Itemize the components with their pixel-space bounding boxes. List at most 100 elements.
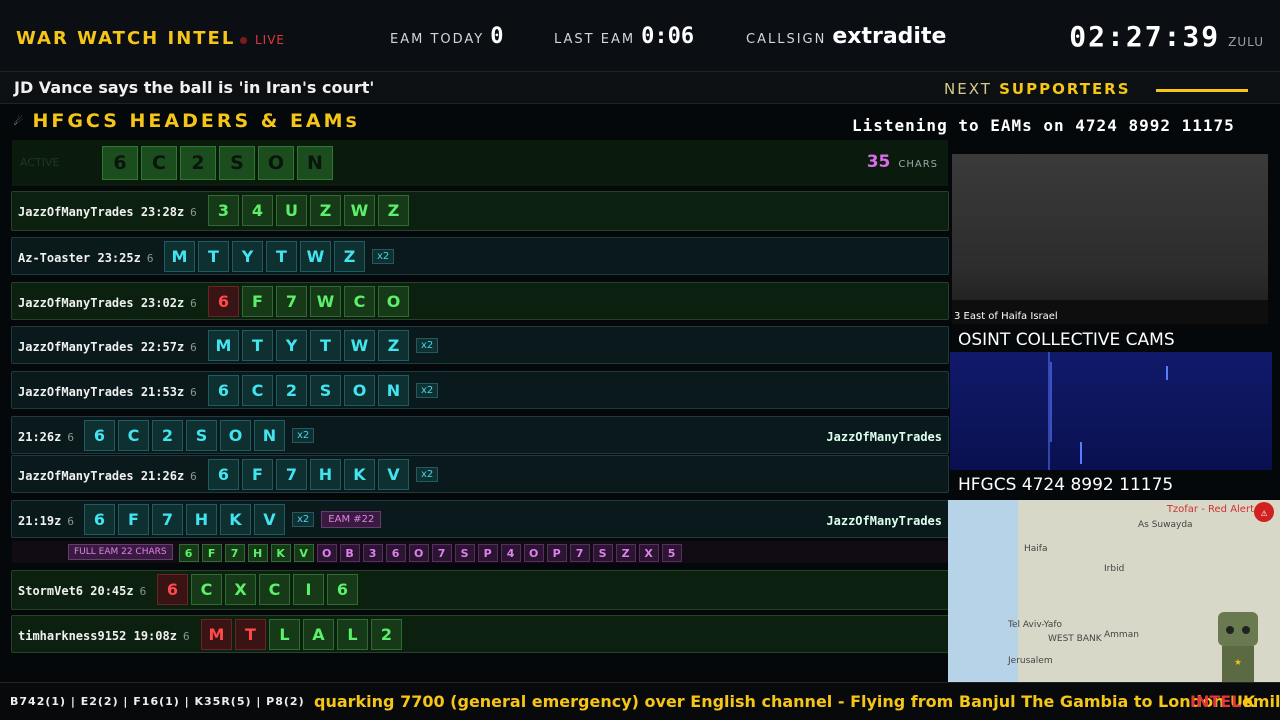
eam-char: F: [242, 286, 273, 317]
full-eam-char: F: [201, 544, 222, 563]
repeat-badge: x2: [292, 512, 315, 527]
map-place: Tel Aviv-Yafo: [1008, 620, 1063, 630]
robot-eye: [1242, 626, 1250, 634]
map-place: WEST BANK: [1048, 634, 1102, 644]
header-length: 6: [67, 431, 74, 444]
eam-char: M: [164, 241, 195, 272]
eam-char: L: [269, 619, 300, 650]
eam-chars: 6 F 7 H K Vx2: [208, 459, 439, 490]
eam-char: V: [254, 504, 285, 535]
active-chars: 6C2SON: [102, 146, 333, 180]
eam-char: H: [310, 459, 341, 490]
eam-char: O: [220, 420, 251, 451]
callsign-value: extradite: [832, 24, 947, 49]
eam-row: JazzOfManyTrades 21:53z 6 6 C 2 S O Nx2: [11, 371, 949, 409]
supporters-progress-bar: [1156, 89, 1248, 92]
active-char: S: [219, 146, 255, 180]
map-alert-title: Tzofar - Red Alert: [1166, 504, 1254, 515]
panel-title: HFGCS HEADERS & EAMs: [32, 110, 360, 132]
eam-today-stat: EAM TODAY 0: [390, 24, 504, 49]
eam-char: O: [378, 286, 409, 317]
eam-char: T: [242, 330, 273, 361]
submitter-time: JazzOfManyTrades 23:28z: [18, 205, 185, 219]
eam-submitter: Az-Toaster 23:25z 6: [18, 251, 153, 265]
ticker-news: quarking 7700 (general emergency) over E…: [314, 692, 1256, 711]
eam-char: C: [259, 574, 290, 605]
active-char: 2: [180, 146, 216, 180]
haifa-camera-feed[interactable]: 3 East of Haifa Israel: [952, 154, 1268, 324]
eam-char: 7: [276, 459, 307, 490]
eam-chars: M T Y T W Zx2: [164, 241, 395, 272]
eam-chars: 6 C 2 S O Nx2: [208, 375, 439, 406]
eam-char: 7: [152, 504, 183, 535]
robot-head: [1218, 612, 1258, 646]
eam-today-label: EAM TODAY: [390, 32, 485, 47]
eam-char: 6: [327, 574, 358, 605]
header-length: 6: [190, 297, 197, 310]
char-count-value: 35: [866, 152, 891, 172]
next-supporters: NEXT SUPPORTERS: [944, 80, 1131, 98]
eam-submitter: 21:19z 6: [18, 514, 74, 528]
full-eam-char: P: [546, 544, 567, 563]
eam-char: U: [276, 195, 307, 226]
last-eam-label: LAST EAM: [554, 32, 636, 47]
header-length: 6: [190, 206, 197, 219]
eam-char: W: [310, 286, 341, 317]
eam-submitter: timharkness9152 19:08z 6: [18, 629, 190, 643]
map-place: Amman: [1104, 630, 1139, 640]
last-eam-stat: LAST EAM 0:06: [554, 24, 694, 49]
eam-char: A: [303, 619, 334, 650]
submitter-time: 21:19z: [18, 514, 62, 528]
full-eam-char: S: [592, 544, 613, 563]
full-eam-char: 5: [661, 544, 682, 563]
spectrum-line: [1166, 366, 1168, 380]
map-place: Jerusalem: [1008, 656, 1053, 666]
eam-chars: 6CXCI6: [157, 574, 358, 605]
osint-cams-title: OSINT COLLECTIVE CAMS: [958, 330, 1175, 350]
full-eam-char: 3: [362, 544, 383, 563]
hfgcs-title: HFGCS 4724 8992 11175: [958, 475, 1174, 495]
star-icon: ★: [1222, 646, 1254, 682]
eam-char: Y: [232, 241, 263, 272]
full-eam-char: 6: [178, 544, 199, 563]
eam-char: V: [378, 459, 409, 490]
eam-chars: 6F7WCO: [208, 286, 409, 317]
submitter-time: JazzOfManyTrades 22:57z: [18, 340, 185, 354]
waterfall-spectrum: [950, 352, 1272, 470]
full-eam-char: X: [638, 544, 659, 563]
eam-char: Z: [378, 195, 409, 226]
eam-char: 2: [371, 619, 402, 650]
eam-char: W: [344, 195, 375, 226]
eam-char: T: [266, 241, 297, 272]
eam-char: F: [242, 459, 273, 490]
full-eam-char: P: [477, 544, 498, 563]
active-char: 6: [102, 146, 138, 180]
map-place: Irbid: [1104, 564, 1125, 574]
eam-char: 6: [208, 459, 239, 490]
eam-chars: M T Y T W Zx2: [208, 330, 439, 361]
full-eam-char: O: [316, 544, 337, 563]
header-length: 6: [190, 341, 197, 354]
eam-char: Z: [378, 330, 409, 361]
repeat-badge: x2: [416, 467, 439, 482]
eam-char: 2: [152, 420, 183, 451]
full-eam-char: B: [339, 544, 360, 563]
spectrum-line: [1080, 442, 1082, 464]
eam-char: X: [225, 574, 256, 605]
header-length: 6: [190, 470, 197, 483]
eam-chars: 6 C 2 S O Nx2: [84, 420, 315, 451]
headline-text: JD Vance says the ball is 'in Iran's cou…: [14, 78, 375, 97]
live-indicator: LIVE: [240, 33, 285, 47]
eam-submitter: JazzOfManyTrades 22:57z 6: [18, 340, 197, 354]
submitter-time: JazzOfManyTrades 21:53z: [18, 385, 185, 399]
char-count-label: CHARS: [898, 159, 938, 170]
headline-bar: JD Vance says the ball is 'in Iran's cou…: [0, 72, 1280, 104]
clock-time: 02:27:39: [1069, 20, 1221, 53]
eam-char: M: [201, 619, 232, 650]
eam-char: N: [254, 420, 285, 451]
eam-submitter: JazzOfManyTrades 21:53z 6: [18, 385, 197, 399]
full-eam-char: 7: [569, 544, 590, 563]
clock-zone: ZULU: [1228, 35, 1264, 49]
eam-char: Z: [334, 241, 365, 272]
alert-icon: ⚠: [1254, 502, 1274, 522]
